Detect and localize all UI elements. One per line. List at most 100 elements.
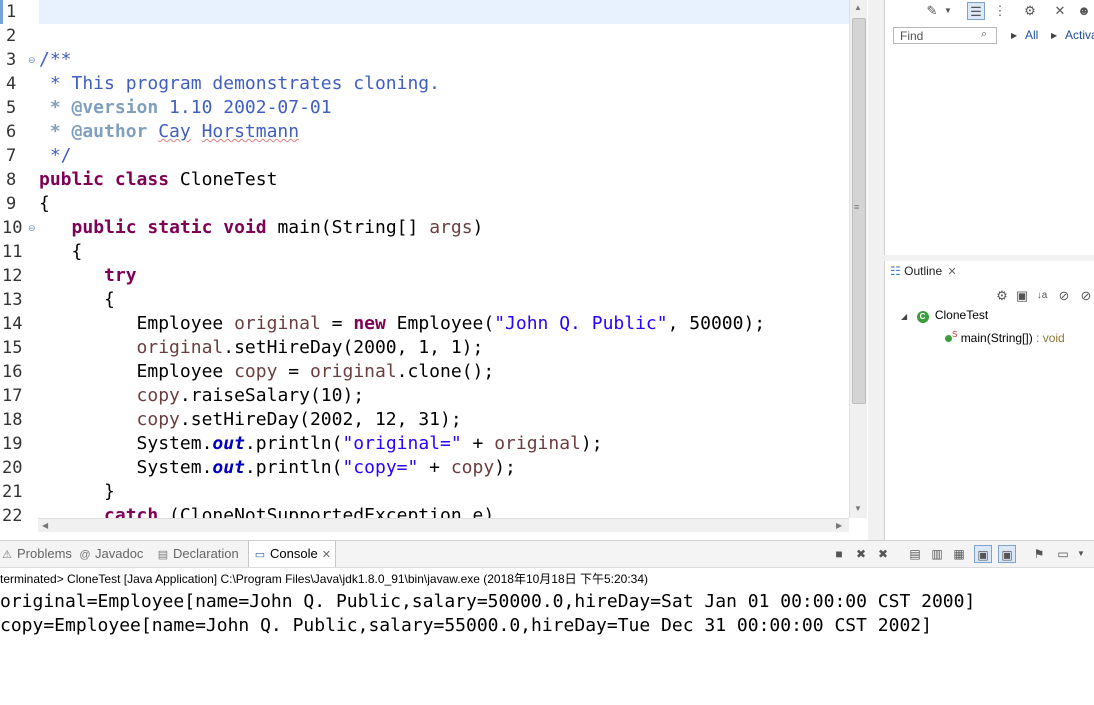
- tab-label: Problems: [17, 546, 72, 561]
- tab-outline[interactable]: ☷ Outline ✕: [890, 262, 957, 280]
- vertical-scrollbar[interactable]: ▲ ≡ ▼: [849, 0, 867, 518]
- method-call: .clone();: [396, 361, 495, 382]
- scroll-left-icon[interactable]: ◀: [42, 521, 48, 530]
- javadoc-author-last: Horstmann: [201, 121, 300, 142]
- expand-arrow-icon[interactable]: ◢: [901, 312, 907, 321]
- code-line: catch (CloneNotSupportedException e): [39, 504, 494, 518]
- keyword: new: [353, 313, 386, 334]
- outline-class-label: CloneTest: [934, 308, 989, 322]
- tab-problems[interactable]: ⚠ Problems: [0, 541, 72, 567]
- remove-all-icon[interactable]: ✖: [874, 545, 892, 563]
- operator: +: [418, 457, 451, 478]
- code-line: {: [39, 288, 115, 312]
- code-line: System.out.println("copy=" + copy);: [39, 456, 516, 480]
- javadoc-open: /**: [39, 49, 72, 70]
- tab-console[interactable]: ▭ Console ✕: [248, 541, 336, 567]
- line-number: 22: [2, 506, 23, 526]
- string-literal: "copy=": [342, 457, 419, 478]
- code-line: */: [39, 144, 72, 168]
- class-ref: System.: [136, 433, 213, 454]
- tab-label: Outline: [904, 264, 943, 278]
- line-number: 13: [2, 290, 23, 310]
- close-icon[interactable]: ✕: [947, 266, 956, 278]
- show-on-error-icon[interactable]: ▣: [998, 545, 1016, 563]
- outline-class-item[interactable]: ◢ C CloneTest: [901, 307, 988, 325]
- brace: {: [104, 289, 115, 310]
- code-line: {: [39, 240, 83, 264]
- scroll-right-icon[interactable]: ▶: [836, 521, 842, 530]
- hide-completed-icon[interactable]: ✕: [1051, 2, 1069, 20]
- grip-icon: ≡: [854, 202, 860, 212]
- search-icon[interactable]: ⌕: [981, 28, 987, 41]
- code-line: * This program demonstrates cloning.: [39, 72, 440, 96]
- line-number: 14: [2, 314, 23, 334]
- outline-method-item[interactable]: S main(String[]) : void: [945, 327, 1065, 346]
- string-literal: "John Q. Public": [494, 313, 668, 334]
- line-number: 8: [6, 170, 17, 190]
- display-console-icon[interactable]: ▭: [1054, 545, 1072, 563]
- sync-icon[interactable]: ⚙: [1021, 2, 1039, 20]
- code-line: copy.setHireDay(2002, 12, 31);: [39, 408, 462, 432]
- console-output-line: original=Employee[name=John Q. Public,sa…: [0, 591, 976, 612]
- code-line: Employee original = new Employee("John Q…: [39, 312, 766, 336]
- scroll-down-icon[interactable]: ▼: [854, 504, 862, 513]
- keyword: static: [147, 217, 213, 238]
- close-icon[interactable]: ✕: [322, 549, 331, 561]
- line-number: 12: [2, 266, 23, 286]
- tab-javadoc[interactable]: @ Javadoc: [78, 541, 143, 567]
- tab-label: Declaration: [173, 546, 239, 561]
- code-line: original.setHireDay(2000, 1, 1);: [39, 336, 484, 360]
- constructor-call: Employee(: [385, 313, 495, 334]
- argument: , 50000);: [667, 313, 766, 334]
- hide-fields-icon[interactable]: ⊘: [1055, 287, 1073, 305]
- local-variable: original: [234, 313, 321, 334]
- clear-console-icon[interactable]: ▤: [906, 545, 924, 563]
- brace: {: [71, 241, 83, 262]
- code-editor[interactable]: 1 2 3 ⊖ 4 5 6 7 8 9 10 ⊖ 11 12 13 14 15 …: [0, 0, 868, 532]
- tab-declaration[interactable]: ▤ Declaration: [156, 541, 239, 567]
- operator: =: [277, 361, 310, 382]
- scroll-up-icon[interactable]: ▲: [854, 3, 862, 12]
- hide-static-icon[interactable]: ⊘: [1077, 287, 1094, 305]
- collapse-all-icon[interactable]: ⚙: [993, 287, 1011, 305]
- show-on-output-icon[interactable]: ▣: [974, 545, 992, 563]
- remove-launch-icon[interactable]: ✖: [852, 545, 870, 563]
- line-number: 15: [2, 338, 23, 358]
- fold-collapse-icon[interactable]: ⊖: [28, 216, 36, 240]
- code-area[interactable]: /** * This program demonstrates cloning.…: [39, 0, 849, 518]
- categorize-icon[interactable]: ☰: [967, 2, 985, 20]
- scroll-lock-icon[interactable]: ▥: [928, 545, 946, 563]
- panel-toolbar: ✎ ▼ ☰ ⋮ ⚙ ✕ ☻: [885, 0, 1094, 22]
- chevron-down-icon[interactable]: ▼: [939, 2, 957, 20]
- local-variable: copy: [136, 385, 180, 406]
- statement-end: );: [494, 457, 516, 478]
- line-number: 5: [6, 98, 17, 118]
- code-line: try: [39, 264, 137, 288]
- outline-method-return: : void: [1032, 331, 1065, 345]
- stop-icon[interactable]: ■: [830, 545, 848, 563]
- all-link[interactable]: All: [1025, 28, 1038, 42]
- activate-link[interactable]: Activa: [1065, 28, 1094, 42]
- class-name: CloneTest: [169, 169, 278, 190]
- line-number-gutter: 1 2 3 ⊖ 4 5 6 7 8 9 10 ⊖ 11 12 13 14 15 …: [0, 0, 38, 526]
- outline-panel: ☷ Outline ✕ ⚙ ▣ ↓a ⊘ ⊘ ◢ C CloneTest S m…: [884, 261, 1094, 540]
- code-line: /**: [39, 48, 72, 72]
- fold-collapse-icon[interactable]: ⊖: [28, 48, 36, 72]
- local-variable: copy: [234, 361, 278, 382]
- chevron-down-icon[interactable]: ▼: [1072, 545, 1090, 563]
- window-icon[interactable]: ▣: [1013, 287, 1031, 305]
- sash-divider[interactable]: [868, 0, 884, 540]
- horizontal-scrollbar[interactable]: ◀ ▶: [38, 518, 849, 532]
- people-icon[interactable]: ☻: [1075, 2, 1093, 20]
- hierarchy-icon[interactable]: ⋮: [991, 2, 1009, 20]
- class-ref: System.: [136, 457, 213, 478]
- javadoc-close: */: [39, 145, 72, 166]
- sort-icon[interactable]: ↓a: [1033, 287, 1051, 305]
- console-view: ⚠ Problems @ Javadoc ▤ Declaration ▭ Console…: [0, 540, 1094, 705]
- pin-icon[interactable]: ⚑: [1030, 545, 1048, 563]
- line-number: 21: [2, 482, 23, 502]
- word-wrap-icon[interactable]: ▦: [950, 545, 968, 563]
- console-icon: ▭: [254, 549, 266, 561]
- javadoc-description: * This program demonstrates cloning.: [39, 73, 440, 94]
- keyword: void: [223, 217, 267, 238]
